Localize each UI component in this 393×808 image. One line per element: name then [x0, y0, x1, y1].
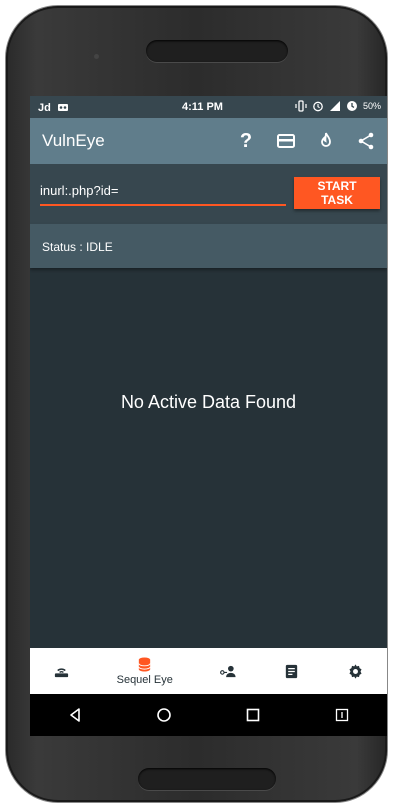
battery-percent: 50% [362, 101, 381, 111]
signal-icon [329, 101, 340, 111]
database-icon [138, 657, 151, 672]
start-task-button[interactable]: START TASK [294, 177, 380, 209]
nav-item-user-key[interactable] [196, 648, 260, 694]
app-bar-actions: ? [233, 128, 379, 154]
status-text: Status : IDLE [42, 240, 113, 254]
dork-input[interactable] [40, 178, 286, 206]
notification-icon [57, 104, 68, 111]
document-icon [285, 664, 298, 678]
carrier-label: Jd [38, 102, 51, 114]
system-navigation-bar [30, 694, 387, 736]
bottom-speaker [138, 768, 276, 790]
help-button[interactable]: ? [233, 128, 259, 154]
gear-icon [349, 663, 362, 679]
app-bar: VulnEye ? [30, 118, 387, 164]
nav-item-sequel-eye[interactable]: Sequel Eye [94, 648, 196, 694]
nav-item-settings[interactable] [323, 648, 387, 694]
nav-label-sequel-eye: Sequel Eye [116, 674, 173, 686]
battery-saver-icon [346, 101, 357, 111]
status-bar-left: Jd [38, 101, 69, 114]
share-button[interactable] [353, 128, 379, 154]
status-row: Status : IDLE [30, 224, 387, 268]
alarm-icon [313, 101, 323, 112]
back-icon[interactable] [67, 707, 83, 723]
home-icon[interactable] [156, 707, 172, 723]
status-bar: Jd 4:11 PM 50% [30, 96, 387, 118]
bottom-navigation: Sequel Eye [30, 648, 387, 694]
fire-icon [321, 132, 331, 147]
user-key-icon [219, 665, 236, 677]
clock: 4:11 PM [182, 101, 223, 113]
app-screen: Jd 4:11 PM 50% VulnEye ? inurl:.php?id= … [30, 96, 387, 736]
app-title: VulnEye [42, 131, 105, 150]
card-icon [277, 134, 295, 148]
fire-button[interactable] [313, 128, 339, 154]
search-row: START TASK [30, 164, 387, 224]
nav-item-router[interactable] [30, 648, 94, 694]
front-camera [94, 54, 99, 59]
card-button[interactable] [273, 128, 299, 154]
nav-item-document[interactable] [260, 648, 324, 694]
empty-state-message: No Active Data Found [120, 392, 297, 412]
recents-icon[interactable] [245, 707, 261, 723]
top-speaker [146, 40, 288, 62]
vibrate-icon [295, 100, 307, 112]
router-icon [55, 667, 69, 677]
phone-frame: Jd 4:11 PM 50% VulnEye ? inurl:.php?id= … [6, 6, 387, 802]
share-icon [358, 132, 374, 150]
menu-icon[interactable] [334, 707, 350, 723]
help-icon: ? [239, 129, 253, 152]
status-bar-right: 50% [295, 100, 381, 112]
